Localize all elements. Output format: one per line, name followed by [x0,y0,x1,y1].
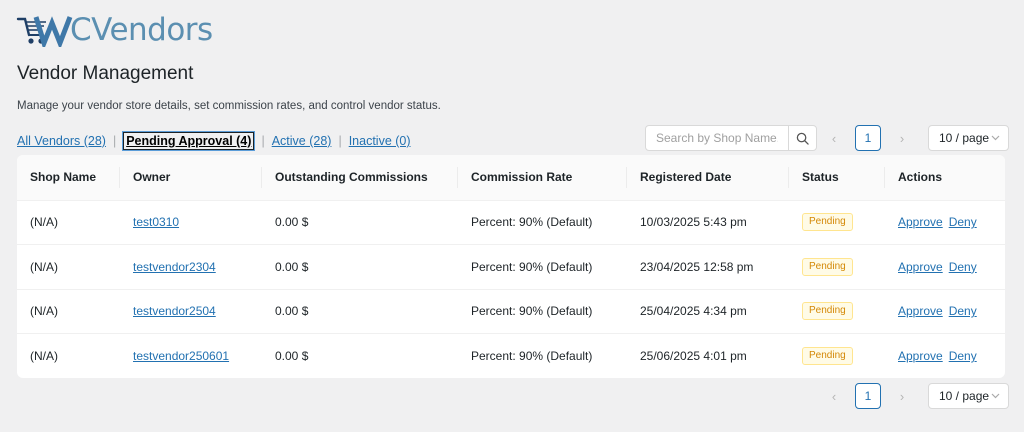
deny-link[interactable]: Deny [949,215,977,229]
owner-link[interactable]: test0310 [133,215,179,229]
page-number-button[interactable]: 1 [855,383,881,409]
status-badge: Pending [802,257,853,276]
per-page-value: 10 / page [939,131,990,145]
table-row: (N/A) test0310 0.00 $ Percent: 90% (Defa… [17,200,1005,245]
owner-link[interactable]: testvendor2504 [133,304,216,318]
search-icon [796,132,809,145]
shop-name-cell: (N/A) [17,200,120,245]
table-row: (N/A) testvendor250601 0.00 $ Percent: 9… [17,334,1005,379]
page-description: Manage your vendor store details, set co… [17,100,441,112]
vendors-table: Shop Name Owner Outstanding Commissions … [17,155,1005,378]
status-badge: Pending [802,302,853,321]
pagination-top: ‹ 1 › 10 / page [822,125,1009,151]
commission-cell: 0.00 $ [262,289,458,334]
search-box [645,125,817,151]
filter-separator: | [112,134,117,148]
filter-separator: | [261,134,265,148]
approve-link[interactable]: Approve [898,349,943,363]
next-page-button[interactable]: › [890,131,914,146]
status-badge: Pending [802,347,853,365]
column-header-status: Status [789,155,885,201]
rate-cell: Percent: 90% (Default) [458,200,627,245]
page-title: Vendor Management [17,63,194,84]
date-cell: 23/04/2025 12:58 pm [627,244,789,290]
shop-name-cell: (N/A) [17,289,120,334]
pagination-bottom: ‹ 1 › 10 / page [822,383,1009,409]
page-number-button[interactable]: 1 [855,125,881,151]
approve-link[interactable]: Approve [898,215,943,229]
rate-cell: Percent: 90% (Default) [458,289,627,334]
cart-w-logo-icon [16,16,73,47]
prev-page-button[interactable]: ‹ [822,389,846,404]
approve-link[interactable]: Approve [898,304,943,318]
search-input[interactable] [646,126,788,150]
deny-link[interactable]: Deny [949,260,977,274]
date-cell: 25/06/2025 4:01 pm [640,349,747,363]
table-row: (N/A) testvendor2504 0.00 $ Percent: 90%… [17,289,1005,334]
commission-cell: 0.00 $ [275,349,309,363]
next-page-button[interactable]: › [890,389,914,404]
column-header-actions: Actions [885,155,1005,201]
table-row: (N/A) testvendor2304 0.00 $ Percent: 90%… [17,244,1005,290]
date-cell: 10/03/2025 5:43 pm [627,200,789,245]
filter-separator: | [338,134,342,148]
filter-active[interactable]: Active (28) [272,134,332,148]
column-header-outstanding-commissions: Outstanding Commissions [262,155,458,201]
rate-cell: Percent: 90% (Default) [471,349,593,363]
column-header-commission-rate: Commission Rate [458,155,627,201]
deny-link[interactable]: Deny [949,304,977,318]
column-header-registered-date: Registered Date [627,155,789,201]
owner-link[interactable]: testvendor250601 [133,349,229,363]
logo-text: CVendors [70,12,213,48]
shop-name-cell: (N/A) [30,349,58,363]
per-page-value: 10 / page [939,389,990,403]
rate-cell: Percent: 90% (Default) [458,244,627,290]
chevron-down-icon [991,135,1000,141]
shop-name-cell: (N/A) [17,244,120,290]
commission-cell: 0.00 $ [262,244,458,290]
column-header-shop-name: Shop Name [17,155,120,201]
owner-link[interactable]: testvendor2304 [133,260,216,274]
prev-page-button[interactable]: ‹ [822,131,846,146]
status-filters: All Vendors (28) | Pending Approval (4) … [17,131,411,151]
table-header-row: Shop Name Owner Outstanding Commissions … [17,155,1005,201]
filter-pending-approval[interactable]: Pending Approval (4) [122,131,256,151]
date-cell: 25/04/2025 4:34 pm [627,289,789,334]
filter-all-vendors[interactable]: All Vendors (28) [17,134,106,148]
column-header-owner: Owner [120,155,262,201]
search-button[interactable] [788,126,816,150]
deny-link[interactable]: Deny [949,349,977,363]
chevron-down-icon [991,393,1000,399]
filter-inactive[interactable]: Inactive (0) [349,134,411,148]
commission-cell: 0.00 $ [262,200,458,245]
per-page-select[interactable]: 10 / page [928,383,1009,409]
approve-link[interactable]: Approve [898,260,943,274]
wcvendors-logo: CVendors [16,12,213,48]
per-page-select[interactable]: 10 / page [928,125,1009,151]
status-badge: Pending [802,213,853,232]
